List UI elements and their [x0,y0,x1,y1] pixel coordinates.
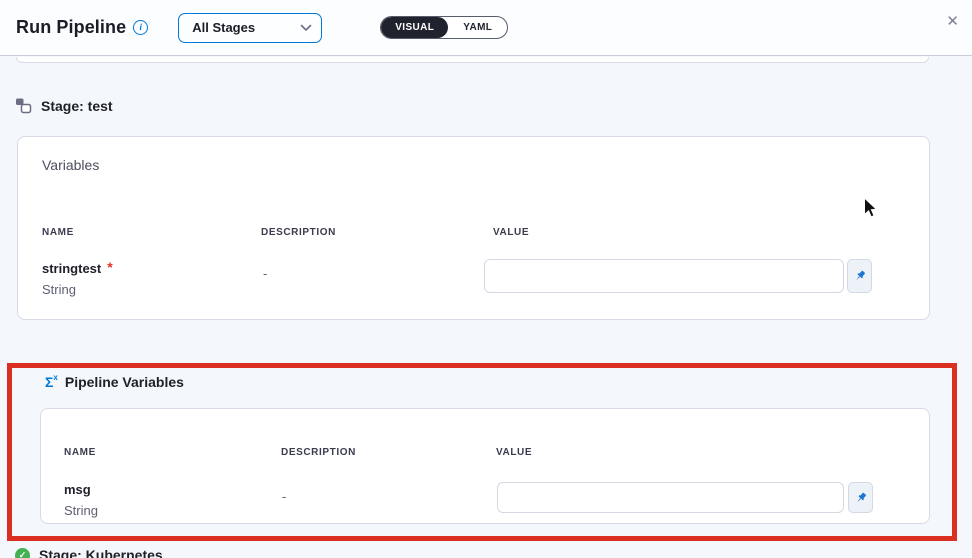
column-header-name: NAME [64,447,96,458]
chevron-down-icon [300,24,312,32]
variable-type: String [42,282,113,297]
pipeline-variables-header: Σx Pipeline Variables [45,374,184,390]
value-input[interactable] [484,259,844,293]
stage-test-label: Stage: test [41,98,113,114]
page-title: Run Pipeline [16,17,126,38]
variable-name: stringtest [42,261,101,276]
column-header-description: DESCRIPTION [281,447,356,458]
scrolled-card-remnant [16,57,929,63]
sigma-variable-icon: Σx [45,375,58,389]
variable-type: String [64,503,98,518]
pipeline-variables-card: NAME DESCRIPTION VALUE msg String - [40,408,930,524]
stage-kubernetes-label: Stage: Kubernetes [39,547,163,558]
runtime-input-pin-button[interactable] [848,482,873,513]
variable-name: msg [64,482,91,497]
variable-description: - [263,266,267,281]
stage-test-header: Stage: test [15,97,113,114]
mouse-cursor [863,197,878,219]
column-header-description: DESCRIPTION [261,227,336,238]
view-toggle: VISUAL YAML [380,16,508,39]
info-icon[interactable]: i [133,20,148,35]
check-circle-icon: ✓ [15,548,30,558]
close-icon[interactable]: ✕ [946,14,959,29]
column-header-value: VALUE [496,447,532,458]
runtime-input-pin-button[interactable] [847,259,872,293]
modal-header: Run Pipeline i All Stages VISUAL YAML ✕ [0,0,972,56]
stage-select[interactable]: All Stages [178,13,322,43]
run-pipeline-modal: Run Pipeline i All Stages VISUAL YAML ✕ … [0,0,972,558]
table-row: stringtest * String [42,260,113,297]
variables-card-title: Variables [42,157,99,173]
required-asterisk: * [107,259,112,275]
stage-kubernetes-header: ✓ Stage: Kubernetes [15,547,163,558]
stage-select-value: All Stages [192,20,255,35]
column-header-name: NAME [42,227,74,238]
tab-visual[interactable]: VISUAL [381,17,448,38]
pin-icon [853,269,867,283]
stages-icon [15,97,32,114]
variables-card: Variables NAME DESCRIPTION VALUE stringt… [17,136,930,320]
pipeline-variables-title: Pipeline Variables [65,374,184,390]
table-row: msg String [64,481,98,518]
pin-icon [854,491,868,505]
column-header-value: VALUE [493,227,529,238]
value-input[interactable] [497,482,844,513]
tab-yaml[interactable]: YAML [448,17,507,38]
variable-description: - [282,489,286,504]
